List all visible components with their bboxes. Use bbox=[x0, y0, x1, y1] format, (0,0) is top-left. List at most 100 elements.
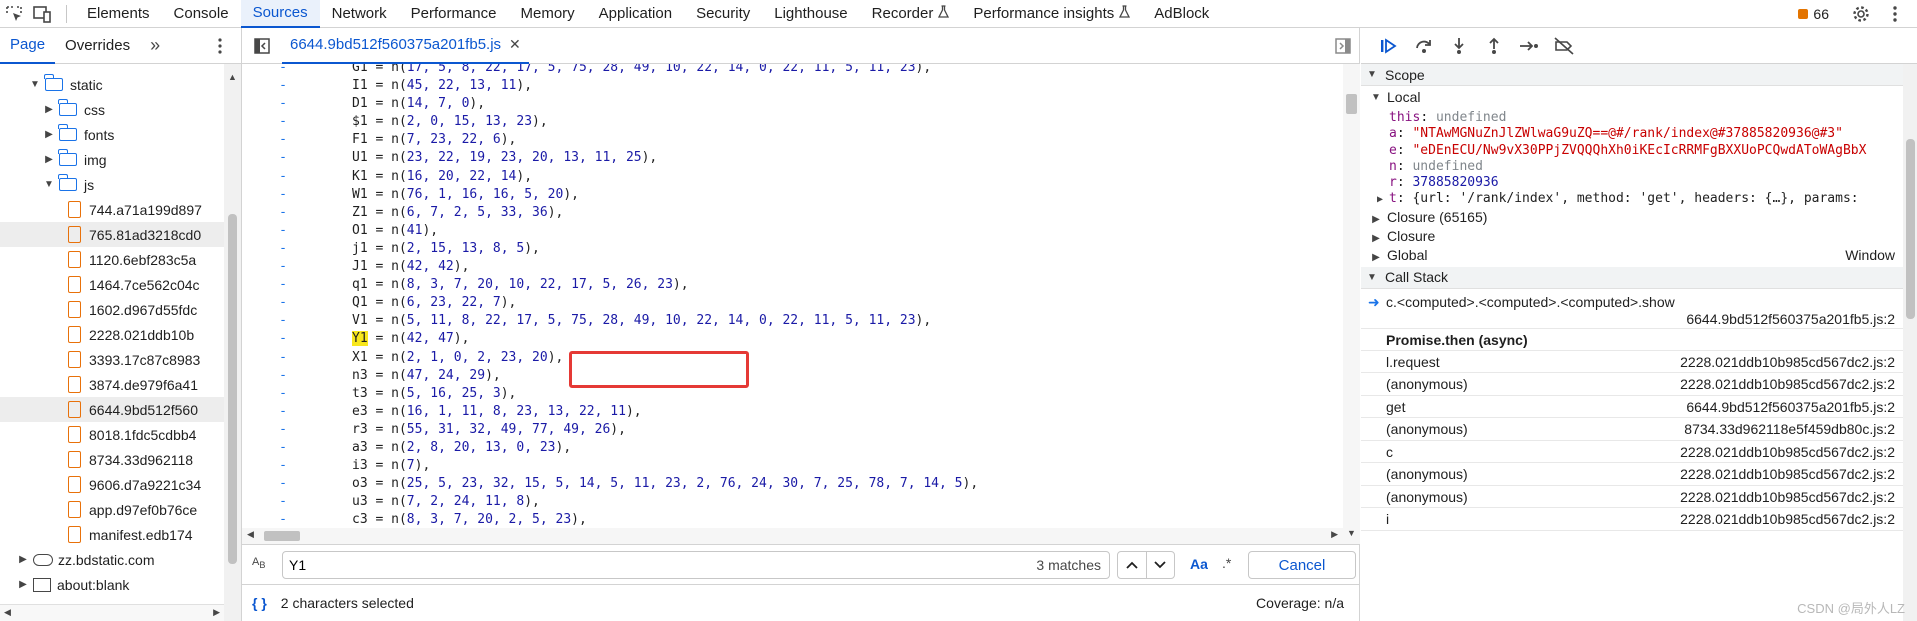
code-text: t3 = n(5, 16, 25, 3), bbox=[352, 385, 517, 401]
call-stack-section-header[interactable]: ▼ Call Stack bbox=[1361, 266, 1917, 289]
tab-sources[interactable]: Sources bbox=[240, 0, 320, 28]
file-item[interactable]: 8018.1fdc5cdbb4 bbox=[0, 422, 224, 447]
file-icon bbox=[68, 476, 81, 493]
inspect-element-icon[interactable] bbox=[0, 0, 28, 28]
file-item[interactable]: 8734.33d962118 bbox=[0, 447, 224, 472]
code-text: j1 = n(2, 15, 13, 8, 5), bbox=[352, 240, 540, 256]
previous-match-button[interactable] bbox=[1118, 552, 1147, 578]
scrollbar-thumb[interactable] bbox=[1346, 94, 1357, 114]
file-item[interactable]: 9606.d7a9221c34 bbox=[0, 472, 224, 497]
file-item[interactable]: 1602.d967d55fdc bbox=[0, 297, 224, 322]
scope-var-row[interactable]: this: undefined bbox=[1361, 110, 1917, 126]
file-item[interactable]: app.d97ef0b76ce bbox=[0, 497, 224, 522]
toggle-debugger-icon[interactable] bbox=[1335, 38, 1351, 57]
step-icon[interactable] bbox=[1511, 32, 1546, 60]
tab-security[interactable]: Security bbox=[684, 0, 762, 28]
call-stack-frame[interactable]: (anonymous) 2228.021ddb10b985cd567dc2.js:… bbox=[1361, 486, 1917, 509]
closure-scope-row[interactable]: ▶ Closure bbox=[1361, 227, 1917, 246]
step-out-icon[interactable] bbox=[1476, 32, 1511, 60]
tab-performance[interactable]: Performance bbox=[399, 0, 509, 28]
code-horizontal-scrollbar[interactable]: ◀ ▶ bbox=[242, 528, 1343, 544]
toggle-navigator-icon[interactable] bbox=[242, 37, 282, 54]
file-item[interactable]: 3874.de979f6a41 bbox=[0, 372, 224, 397]
call-stack-current-frame[interactable]: ➜ c.<computed>.<computed>.<computed>.sho… bbox=[1361, 289, 1917, 329]
scope-var-row[interactable]: a: "NTAwMGNuZnJlZWlwaG9uZQ==@#/rank/inde… bbox=[1361, 126, 1917, 142]
search-input[interactable] bbox=[289, 557, 989, 573]
file-item[interactable]: 1464.7ce562c04c bbox=[0, 272, 224, 297]
match-case-button[interactable]: Aa bbox=[1190, 556, 1208, 572]
folder-item[interactable]: ▼ static bbox=[0, 72, 224, 97]
more-tabs-icon[interactable]: » bbox=[140, 28, 170, 64]
code-vertical-scrollbar[interactable]: ▼ bbox=[1343, 64, 1360, 544]
call-stack-frame[interactable]: c 2228.021ddb10b985cd567dc2.js:2 bbox=[1361, 441, 1917, 464]
closure-scope-row[interactable]: ▶ Closure (65165) bbox=[1361, 208, 1917, 227]
folder-item[interactable]: ▼ js bbox=[0, 172, 224, 197]
file-item[interactable]: 6644.9bd512f560 bbox=[0, 397, 224, 422]
file-item[interactable]: manifest.edb174 bbox=[0, 522, 224, 547]
tab-recorder[interactable]: Recorder bbox=[860, 0, 962, 28]
scrollbar-thumb[interactable] bbox=[228, 214, 237, 564]
deactivate-breakpoints-icon[interactable] bbox=[1546, 32, 1581, 60]
call-stack-frame[interactable]: l.request 2228.021ddb10b985cd567dc2.js:2 bbox=[1361, 351, 1917, 374]
file-item[interactable]: 744.a71a199d897 bbox=[0, 197, 224, 222]
device-toolbar-icon[interactable] bbox=[28, 0, 56, 28]
call-stack-frame[interactable]: (anonymous) 2228.021ddb10b985cd567dc2.js:… bbox=[1361, 463, 1917, 486]
file-tree-scrollbar[interactable]: ▲ bbox=[224, 64, 241, 621]
replace-toggle-icon[interactable]: AB bbox=[252, 556, 265, 570]
tab-console[interactable]: Console bbox=[162, 0, 241, 28]
regex-button[interactable]: .* bbox=[1222, 555, 1231, 571]
step-over-icon[interactable] bbox=[1406, 32, 1441, 60]
tab-adblock[interactable]: AdBlock bbox=[1142, 0, 1221, 28]
search-field[interactable]: 3 matches bbox=[282, 551, 1110, 579]
file-item[interactable]: 3393.17c87c8983 bbox=[0, 347, 224, 372]
tab-page[interactable]: Page bbox=[0, 28, 56, 64]
folder-item[interactable]: ▶ fonts bbox=[0, 122, 224, 147]
scope-var-row[interactable]: n: undefined bbox=[1361, 159, 1917, 175]
file-item[interactable]: 765.81ad3218cd0 bbox=[0, 222, 224, 247]
navigator-menu-icon[interactable] bbox=[217, 37, 223, 58]
kebab-menu-icon[interactable] bbox=[1881, 0, 1909, 28]
file-item[interactable]: 1120.6ebf283c5a bbox=[0, 247, 224, 272]
step-into-icon[interactable] bbox=[1441, 32, 1476, 60]
tab-network[interactable]: Network bbox=[320, 0, 399, 28]
folder-item[interactable]: ▶ css bbox=[0, 97, 224, 122]
folder-item[interactable]: ▶ about:blank bbox=[0, 572, 224, 597]
scrollbar-thumb[interactable] bbox=[1906, 139, 1915, 319]
file-tree-horizontal-scrollbar[interactable]: ◀ ▶ bbox=[0, 604, 224, 621]
file-item[interactable]: 2228.021ddb10b bbox=[0, 322, 224, 347]
resume-icon[interactable] bbox=[1371, 32, 1406, 60]
call-stack-frame[interactable]: get 6644.9bd512f560375a201fb5.js:2 bbox=[1361, 396, 1917, 419]
call-stack-frame[interactable]: (anonymous) 8734.33d962118e5f459db80c.js:… bbox=[1361, 418, 1917, 441]
global-scope-row[interactable]: ▶ Global Window bbox=[1361, 246, 1917, 265]
scope-var-row[interactable]: e: "eDEnECU/Nw9vX30PPjZVQQQhXh0iKEcIcRRM… bbox=[1361, 143, 1917, 159]
call-stack-frame[interactable]: (anonymous) 2228.021ddb10b985cd567dc2.js:… bbox=[1361, 373, 1917, 396]
scope-section-header[interactable]: ▼ Scope bbox=[1361, 64, 1917, 86]
pretty-print-icon[interactable]: { } bbox=[252, 595, 267, 611]
issues-counter[interactable]: 66 bbox=[1798, 6, 1829, 22]
gear-icon[interactable] bbox=[1847, 0, 1875, 28]
cancel-button[interactable]: Cancel bbox=[1248, 551, 1356, 579]
code-line: - I1 = n(45, 22, 13, 11), bbox=[242, 77, 1343, 95]
scope-var-value: "NTAwMGNuZnJlZWlwaG9uZQ==@#/rank/index@#… bbox=[1412, 126, 1843, 142]
scrollbar-thumb[interactable] bbox=[264, 531, 300, 541]
tab-elements[interactable]: Elements bbox=[75, 0, 162, 28]
tab-memory[interactable]: Memory bbox=[509, 0, 587, 28]
scope-var-row[interactable]: r: 37885820936 bbox=[1361, 175, 1917, 191]
call-stack-frame[interactable]: i 2228.021ddb10b985cd567dc2.js:2 bbox=[1361, 508, 1917, 531]
tab-application[interactable]: Application bbox=[587, 0, 684, 28]
debugger-scrollbar[interactable] bbox=[1903, 64, 1917, 621]
scope-var-row[interactable]: ▶ t: {url: '/rank/index', method: 'get', … bbox=[1361, 191, 1917, 207]
code-area[interactable]: - G1 = n(17, 5, 8, 22, 17, 5, 75, 28, 49,… bbox=[242, 64, 1343, 528]
folder-item[interactable]: ▶ img bbox=[0, 147, 224, 172]
close-icon[interactable]: ✕ bbox=[509, 36, 521, 53]
next-match-button[interactable] bbox=[1147, 552, 1175, 578]
issues-icon bbox=[1798, 9, 1809, 19]
gutter-marker: - bbox=[279, 403, 287, 419]
tab-overrides[interactable]: Overrides bbox=[55, 28, 140, 64]
local-scope-header[interactable]: ▼ Local bbox=[1361, 86, 1917, 108]
frame-location: 6644.9bd512f560375a201fb5.js:2 bbox=[1686, 398, 1895, 415]
folder-item[interactable]: ▶ zz.bdstatic.com bbox=[0, 547, 224, 572]
editor-file-tab[interactable]: 6644.9bd512f560375a201fb5.js ✕ bbox=[282, 28, 529, 64]
tab-performance-insights[interactable]: Performance insights bbox=[961, 0, 1142, 28]
tab-lighthouse[interactable]: Lighthouse bbox=[762, 0, 859, 28]
